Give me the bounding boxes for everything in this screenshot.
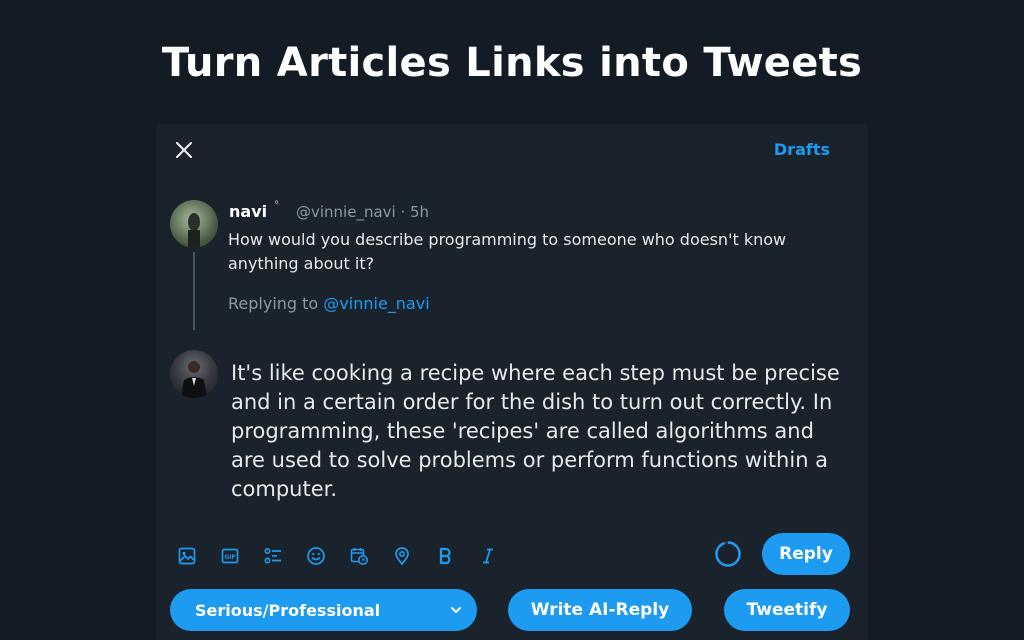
verified-badge: °	[274, 200, 279, 211]
tweetify-button[interactable]: Tweetify	[724, 589, 850, 631]
svg-text:GIF: GIF	[224, 554, 235, 561]
reply-textarea[interactable]: It's like cooking a recipe where each st…	[231, 359, 841, 504]
current-user-avatar[interactable]	[170, 350, 218, 398]
tone-select-value: Serious/Professional	[195, 600, 381, 620]
drafts-link[interactable]: Drafts	[774, 140, 830, 159]
schedule-button[interactable]	[344, 542, 373, 570]
bold-icon	[439, 547, 451, 565]
reply-button[interactable]: Reply	[762, 533, 850, 575]
write-ai-reply-button[interactable]: Write AI-Reply	[508, 589, 692, 631]
tone-select[interactable]: Serious/Professional	[170, 589, 477, 631]
original-tweet-text: How would you describe programming to so…	[228, 230, 787, 273]
italic-button[interactable]	[473, 542, 502, 570]
image-button[interactable]	[172, 542, 201, 570]
thread-connector	[193, 252, 195, 330]
italic-icon	[482, 548, 493, 564]
reply-modal: Drafts navi ° @vinnie_navi · 5h How woul…	[156, 124, 868, 640]
poll-icon	[263, 547, 281, 564]
replying-to-line: Replying to @vinnie_navi	[228, 294, 430, 313]
emoji-icon	[306, 547, 325, 565]
schedule-icon	[350, 548, 368, 565]
original-author-handle: @vinnie_navi · 5h	[296, 203, 430, 221]
page-headline: Turn Articles Links into Tweets	[161, 40, 863, 86]
gif-button[interactable]: GIF	[215, 542, 244, 570]
original-author-name[interactable]: navi	[229, 202, 267, 221]
compose-toolbar: GIF	[172, 542, 516, 570]
chevron-down-icon	[451, 607, 461, 613]
character-count-ring	[715, 541, 741, 567]
image-icon	[178, 547, 195, 565]
poll-button[interactable]	[258, 542, 287, 570]
close-icon	[175, 141, 193, 159]
emoji-button[interactable]	[301, 542, 330, 570]
gif-icon: GIF	[221, 548, 238, 564]
bold-button[interactable]	[430, 542, 459, 570]
close-button[interactable]	[172, 138, 196, 162]
location-button[interactable]	[387, 542, 416, 570]
replying-handle-link[interactable]: @vinnie_navi	[323, 294, 429, 313]
replying-prefix: Replying to	[228, 294, 319, 313]
original-author-avatar[interactable]	[170, 200, 218, 248]
location-icon	[394, 547, 409, 566]
